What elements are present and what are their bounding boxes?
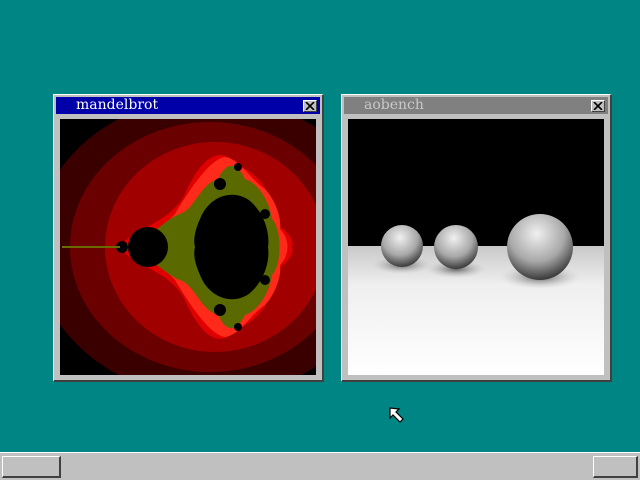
close-button[interactable]	[303, 99, 317, 112]
close-button[interactable]	[591, 99, 605, 112]
arrow-cursor-icon	[389, 407, 404, 423]
close-x-icon	[593, 101, 603, 110]
taskbar-start-button[interactable]	[2, 456, 61, 478]
mandelbrot-canvas	[60, 119, 316, 375]
mandelbrot-window[interactable]: mandelbrot	[53, 94, 324, 382]
window-title: aobench	[364, 97, 424, 113]
aobench-titlebar[interactable]: aobench	[344, 97, 608, 114]
taskbar-tray-button[interactable]	[593, 456, 638, 478]
aobench-canvas	[348, 119, 604, 375]
taskbar	[0, 452, 640, 480]
window-title: mandelbrot	[76, 97, 159, 113]
close-x-icon	[305, 101, 315, 110]
mandelbrot-titlebar[interactable]: mandelbrot	[56, 97, 320, 114]
aobench-window[interactable]: aobench	[341, 94, 612, 382]
